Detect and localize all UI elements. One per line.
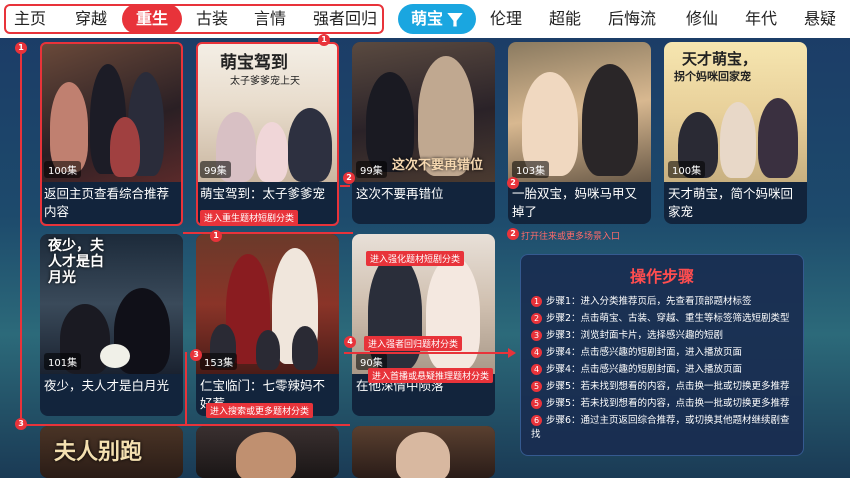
- guide-line: [344, 352, 504, 354]
- tab-regret[interactable]: 后悔流: [608, 0, 656, 38]
- step-item: 4 步骤4：点击感兴趣的短剧封面，进入播放页面: [531, 346, 797, 360]
- step-marker: 2: [507, 177, 519, 189]
- poster-image: [196, 426, 339, 478]
- step-marker: 2: [507, 228, 519, 240]
- drama-card[interactable]: [196, 426, 339, 478]
- tab-cute-baby-label: 萌宝: [410, 9, 443, 28]
- annotation-tip: 进入搜索或更多题材分类: [206, 403, 314, 418]
- annotation-tip: 打开往来或更多场景入口: [521, 232, 621, 242]
- step-marker: 2: [343, 172, 355, 184]
- step-marker: 4: [344, 336, 356, 348]
- tab-superpower[interactable]: 超能: [549, 0, 581, 38]
- drama-title: 这次不要再错位: [356, 186, 444, 201]
- step-marker: 1: [210, 230, 222, 242]
- steps-panel: 操作步骤 1 步骤1：进入分类推荐页后，先查看顶部题材标签 2 步骤2：点击萌宝、古…: [520, 254, 804, 456]
- drama-card[interactable]: 夜少，夫人才是白月光 101集 夜少，夫人才是白月光: [40, 234, 183, 416]
- poster-title: 夜少，夫人才是白月光: [48, 238, 104, 286]
- guide-line: [340, 185, 350, 187]
- arrow-head-icon: [508, 348, 516, 358]
- tab-costume[interactable]: 古装: [196, 0, 228, 38]
- drama-card[interactable]: 夫人别跑: [40, 426, 183, 478]
- guide-line: [185, 352, 187, 424]
- poster-title: 这次不要再错位: [392, 158, 484, 173]
- step-marker: 3: [190, 349, 202, 361]
- step-item: 4 步骤4：点击感兴趣的短剧封面，进入播放页面: [531, 363, 797, 377]
- drama-title: 天才萌宝，简个妈咪回家宠: [668, 186, 794, 219]
- tab-rebirth[interactable]: 重生: [122, 4, 182, 34]
- tab-time-travel[interactable]: 穿越: [75, 0, 107, 38]
- episode-count: 99集: [356, 161, 387, 178]
- step-item: 5 步骤5：若未找到想看的内容，点击换一批或切换更多推荐: [531, 380, 797, 394]
- tab-cultivation[interactable]: 修仙: [686, 0, 718, 38]
- guide-line: [20, 48, 22, 424]
- highlight-box: [40, 42, 183, 226]
- annotation-tip: 进入强者回归题材分类: [364, 336, 463, 351]
- step-marker: 3: [15, 418, 27, 430]
- annotation-tip: 进入强化题材短剧分类: [366, 251, 465, 266]
- episode-count: 103集: [512, 161, 550, 178]
- poster-image: [352, 426, 495, 478]
- category-nav: 主页 穿越 重生 古装 言情 强者回归 萌宝 伦理 超能 后悔流 修仙 年代 悬…: [0, 0, 850, 38]
- step-item: 6 步骤6：通过主页返回综合推荐，或切换其他题材继续剧查找: [531, 415, 790, 440]
- episode-count: 100集: [668, 161, 706, 178]
- drama-card[interactable]: 153集 仁宝临门：七零辣妈不好惹: [196, 234, 339, 416]
- step-item: 1 步骤1：进入分类推荐页后，先查看顶部题材标签: [531, 295, 797, 309]
- drama-card[interactable]: 这次不要再错位 99集 这次不要再错位: [352, 42, 495, 224]
- poster-image: 夜少，夫人才是白月光 101集: [40, 234, 183, 374]
- drama-card[interactable]: [352, 426, 495, 478]
- tab-ethics[interactable]: 伦理: [490, 0, 522, 38]
- guide-line: [20, 424, 350, 426]
- steps-title: 操作步骤: [629, 267, 694, 286]
- poster-image: 103集: [508, 42, 651, 182]
- step-item: 2 步骤2：点击萌宝、古装、穿越、重生等标签筛选短剧类型: [531, 312, 797, 326]
- drama-card[interactable]: 天才萌宝， 拐个妈咪回家宠 100集 天才萌宝，简个妈咪回家宠: [664, 42, 807, 224]
- tab-strong-return[interactable]: 强者回归: [313, 0, 377, 38]
- step-marker: 1: [15, 42, 27, 54]
- tab-romance[interactable]: 言情: [254, 0, 286, 38]
- drama-card[interactable]: 103集 一胎双宝，妈咪马甲又掉了: [508, 42, 651, 224]
- poster-title: 夫人别跑: [54, 440, 143, 465]
- tab-home[interactable]: 主页: [14, 0, 46, 38]
- poster-image: 夫人别跑: [40, 426, 183, 478]
- poster-image: 153集: [196, 234, 339, 374]
- step-item: 3 步骤3：浏览封面卡片，选择感兴趣的短剧: [531, 329, 797, 343]
- drama-title: 一胎双宝，妈咪马甲又掉了: [512, 186, 638, 219]
- annotation-tip: 进入首播或悬疑推理题材分类: [368, 368, 494, 383]
- tab-era[interactable]: 年代: [745, 0, 777, 38]
- episode-count: 101集: [44, 353, 82, 370]
- tab-cute-baby[interactable]: 萌宝: [398, 4, 476, 34]
- filter-icon: [447, 12, 463, 27]
- poster-subtitle: 拐个妈咪回家宠: [674, 70, 751, 83]
- poster-image: 天才萌宝， 拐个妈咪回家宠 100集: [664, 42, 807, 182]
- highlight-box: [196, 42, 339, 226]
- step-marker: 1: [318, 34, 330, 46]
- poster-image: 这次不要再错位 99集: [352, 42, 495, 182]
- annotation-tip: 进入重生题材短剧分类: [200, 210, 299, 225]
- poster-title: 天才萌宝，: [682, 50, 758, 68]
- episode-count: 153集: [200, 353, 238, 370]
- guide-line: [183, 232, 353, 234]
- drama-title: 夜少，夫人才是白月光: [44, 378, 170, 393]
- step-item: 5 步骤5：若未找到想看的内容，点击换一批或切换更多推荐: [531, 397, 797, 411]
- tab-suspense[interactable]: 悬疑: [804, 0, 836, 38]
